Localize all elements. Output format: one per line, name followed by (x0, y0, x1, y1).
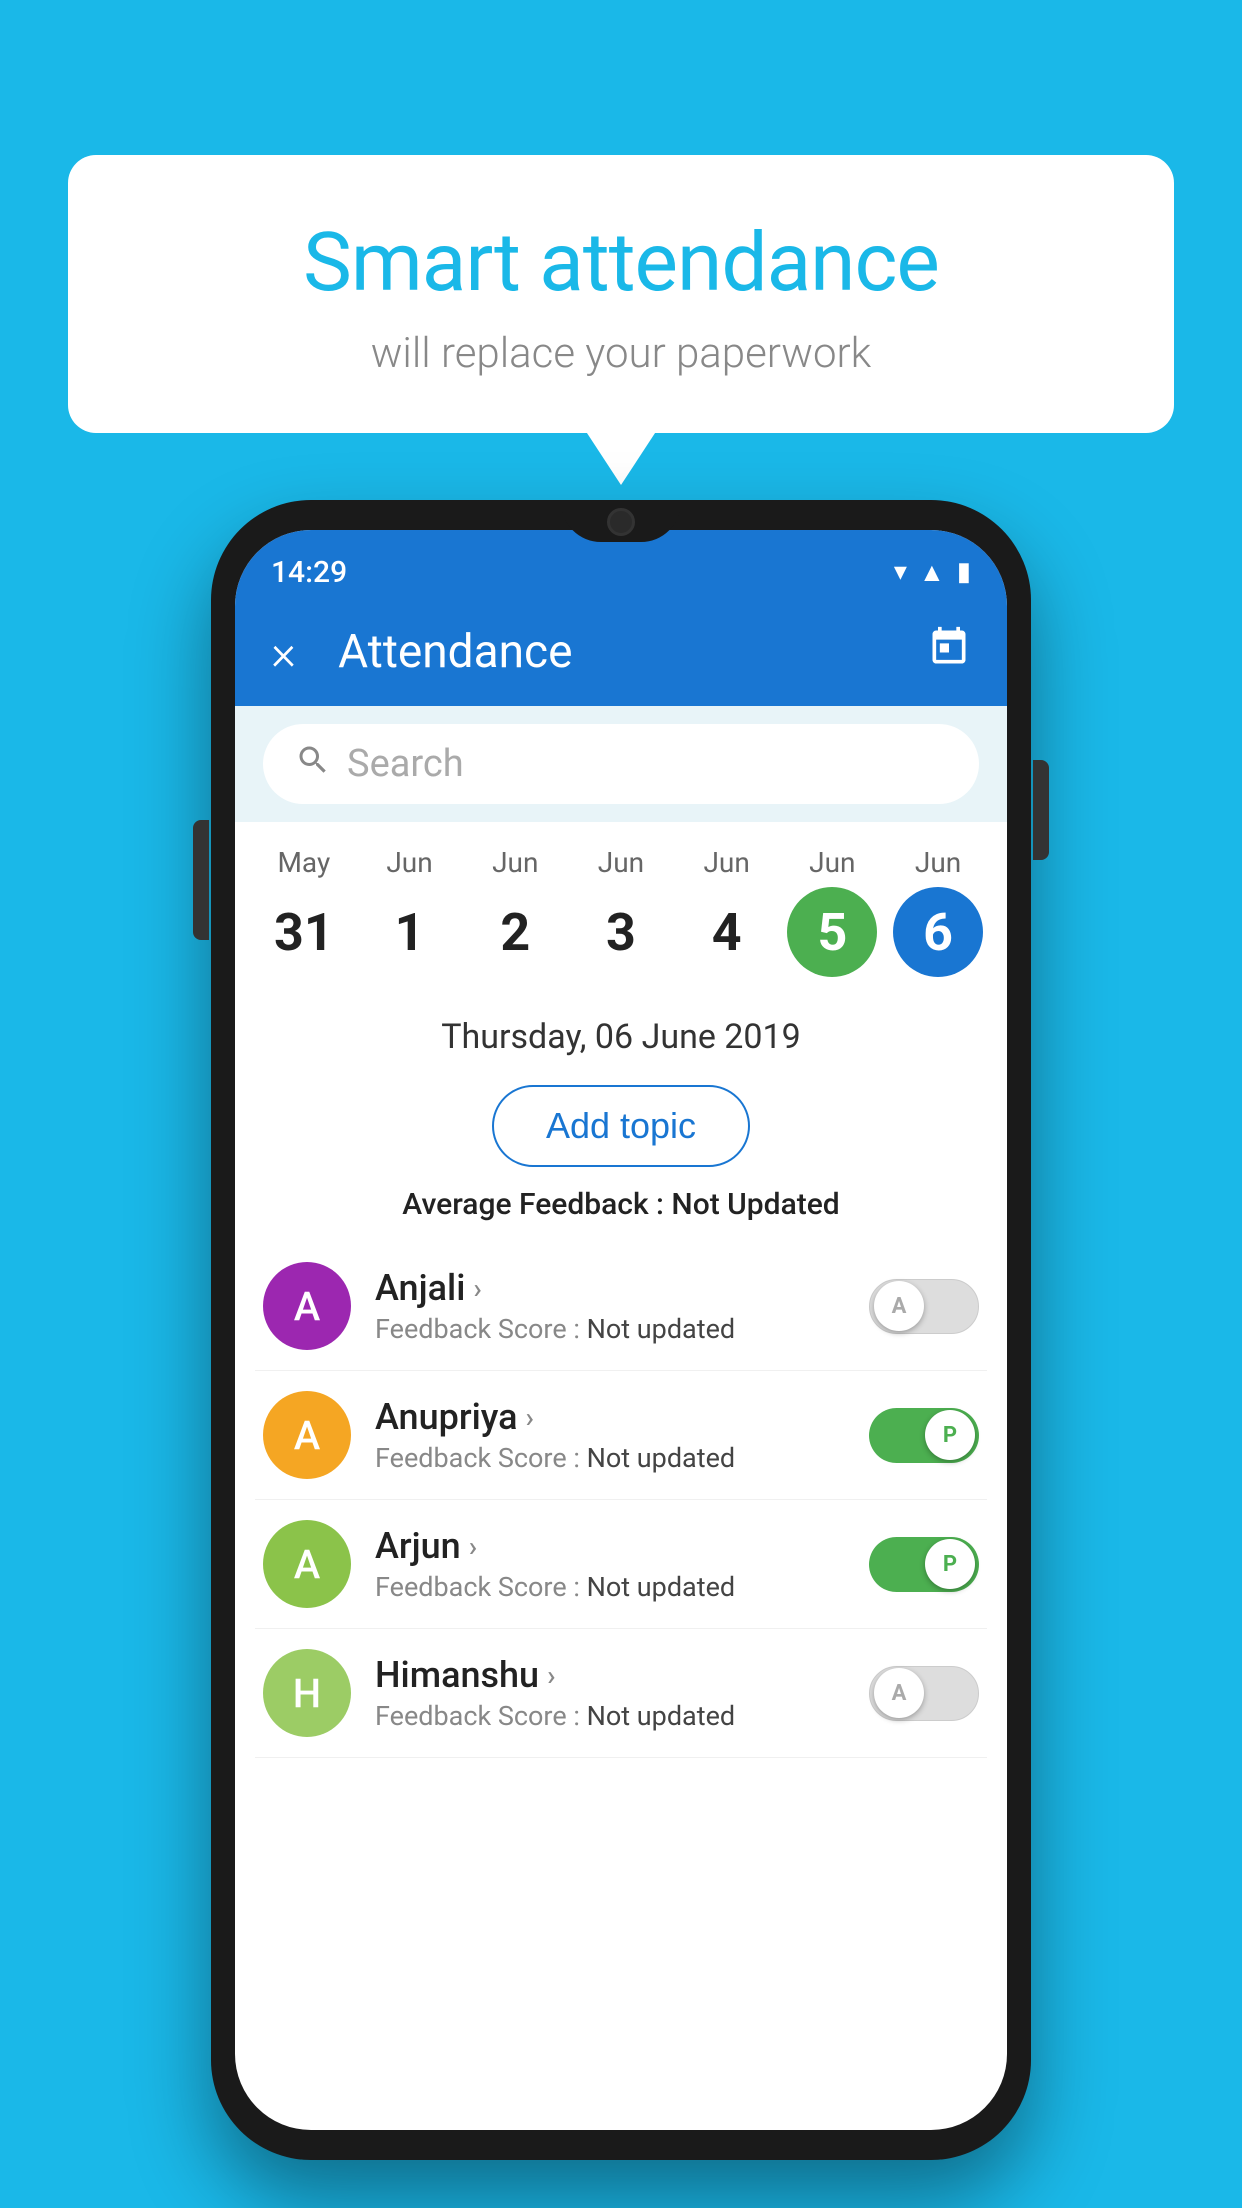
phone-container: 14:29 ▾ ▲ ▮ × Attendance (211, 500, 1031, 2160)
toggle-thumb: P (925, 1410, 975, 1460)
toggle-thumb: A (874, 1668, 924, 1718)
search-bar-container: Search (235, 706, 1007, 822)
chevron-right-icon: › (469, 1530, 477, 1563)
student-name: Anjali › (375, 1267, 845, 1309)
attendance-toggle[interactable]: P (869, 1408, 979, 1463)
content-area: Thursday, 06 June 2019 Add topic Average… (235, 993, 1007, 1758)
student-info: Arjun › Feedback Score : Not updated (375, 1525, 845, 1603)
student-feedback: Feedback Score : Not updated (375, 1442, 845, 1474)
chevron-right-icon: › (547, 1659, 555, 1692)
cal-date-0: 31 (259, 887, 349, 977)
cal-day-4[interactable]: Jun 4 (677, 846, 777, 977)
cal-month-6: Jun (915, 846, 961, 879)
cal-month-1: Jun (386, 846, 432, 879)
attendance-toggle[interactable]: A (869, 1279, 979, 1334)
cal-month-0: May (277, 846, 330, 879)
cal-day-6[interactable]: Jun 6 (888, 846, 988, 977)
avatar: A (263, 1520, 351, 1608)
avatar: A (263, 1391, 351, 1479)
avatar: H (263, 1649, 351, 1737)
cal-date-2: 2 (470, 887, 560, 977)
search-bar[interactable]: Search (263, 724, 979, 804)
app-bar-title: Attendance (338, 625, 895, 679)
calendar-strip: May 31 Jun 1 Jun 2 Jun 3 Jun 4 (235, 822, 1007, 993)
cal-month-4: Jun (703, 846, 749, 879)
cal-day-1[interactable]: Jun 1 (360, 846, 460, 977)
search-input[interactable]: Search (347, 742, 464, 786)
avg-feedback-label: Average Feedback : (402, 1187, 664, 1222)
cal-date-1: 1 (365, 887, 455, 977)
speech-bubble-container: Smart attendance will replace your paper… (68, 155, 1174, 433)
student-feedback: Feedback Score : Not updated (375, 1700, 845, 1732)
list-item[interactable]: H Himanshu › Feedback Score : Not update… (255, 1629, 987, 1758)
phone-camera (607, 508, 635, 536)
attendance-toggle[interactable]: P (869, 1537, 979, 1592)
add-topic-button[interactable]: Add topic (492, 1085, 750, 1167)
cal-month-3: Jun (598, 846, 644, 879)
speech-bubble-subtitle: will replace your paperwork (118, 329, 1124, 378)
student-list: A Anjali › Feedback Score : Not updated (235, 1242, 1007, 1758)
cal-day-5[interactable]: Jun 5 (782, 846, 882, 977)
close-button[interactable]: × (271, 624, 296, 681)
student-name: Himanshu › (375, 1654, 845, 1696)
list-item[interactable]: A Anupriya › Feedback Score : Not update… (255, 1371, 987, 1500)
attendance-toggle[interactable]: A (869, 1666, 979, 1721)
speech-bubble-title: Smart attendance (118, 215, 1124, 311)
cal-date-4: 4 (682, 887, 772, 977)
list-item[interactable]: A Anjali › Feedback Score : Not updated (255, 1242, 987, 1371)
cal-date-5: 5 (787, 887, 877, 977)
speech-bubble: Smart attendance will replace your paper… (68, 155, 1174, 433)
toggle-thumb: A (874, 1281, 924, 1331)
status-time: 14:29 (271, 555, 347, 590)
list-item[interactable]: A Arjun › Feedback Score : Not updated (255, 1500, 987, 1629)
cal-day-3[interactable]: Jun 3 (571, 846, 671, 977)
signal-icon: ▲ (919, 557, 945, 588)
avg-feedback: Average Feedback : Not Updated (235, 1179, 1007, 1242)
cal-day-0[interactable]: May 31 (254, 846, 354, 977)
add-topic-container: Add topic (235, 1085, 1007, 1167)
student-info: Anjali › Feedback Score : Not updated (375, 1267, 845, 1345)
cal-month-2: Jun (492, 846, 538, 879)
phone-screen: 14:29 ▾ ▲ ▮ × Attendance (235, 530, 1007, 2130)
cal-date-3: 3 (576, 887, 666, 977)
avg-feedback-value: Not Updated (671, 1187, 839, 1222)
student-name: Arjun › (375, 1525, 845, 1567)
student-name: Anupriya › (375, 1396, 845, 1438)
battery-icon: ▮ (957, 557, 971, 587)
app-bar: × Attendance (235, 598, 1007, 706)
student-feedback: Feedback Score : Not updated (375, 1571, 845, 1603)
status-icons: ▾ ▲ ▮ (894, 557, 971, 588)
wifi-icon: ▾ (894, 557, 907, 587)
toggle-thumb: P (925, 1539, 975, 1589)
avatar: A (263, 1262, 351, 1350)
selected-date: Thursday, 06 June 2019 (235, 993, 1007, 1073)
student-feedback: Feedback Score : Not updated (375, 1313, 845, 1345)
calendar-icon[interactable] (927, 625, 971, 679)
phone-outer: 14:29 ▾ ▲ ▮ × Attendance (211, 500, 1031, 2160)
student-info: Anupriya › Feedback Score : Not updated (375, 1396, 845, 1474)
student-info: Himanshu › Feedback Score : Not updated (375, 1654, 845, 1732)
cal-day-2[interactable]: Jun 2 (465, 846, 565, 977)
chevron-right-icon: › (473, 1272, 481, 1305)
cal-month-5: Jun (809, 846, 855, 879)
cal-date-6: 6 (893, 887, 983, 977)
chevron-right-icon: › (526, 1401, 534, 1434)
search-icon (295, 742, 331, 787)
